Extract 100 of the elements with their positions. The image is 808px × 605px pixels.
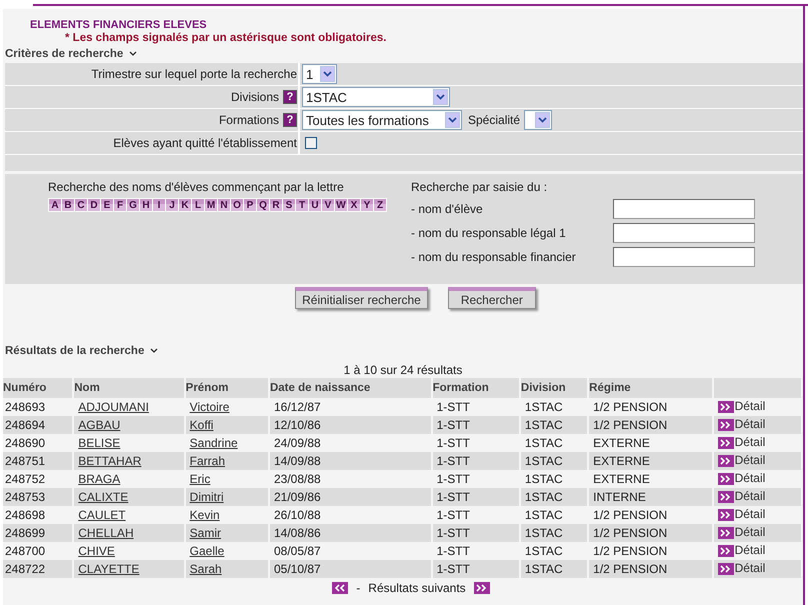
input-field[interactable] [613,223,755,243]
first-name-link[interactable]: Victoire [190,400,230,414]
table-cell: 21/09/86 [270,488,431,506]
letter-link[interactable]: O [231,199,243,211]
search-button[interactable]: Rechercher [448,287,536,309]
letter-link[interactable]: B [62,199,74,211]
column-header: Nom [74,378,184,398]
table-cell-text: 1/2 PENSION [592,507,668,524]
reset-button[interactable]: Réinitialiser recherche [295,287,428,309]
table-cell-text: 1STAC [524,435,564,452]
help-icon[interactable]: ? [283,90,297,104]
letter-link[interactable]: T [296,199,308,211]
result-count: 1 à 10 sur 24 résultats [342,363,464,377]
letter-link[interactable]: K [179,199,191,211]
name-link[interactable]: ADJOUMANI [78,400,149,414]
table-cell-text: 23/08/88 [272,471,322,488]
table-cell-text: 1-STT [436,435,471,452]
letter-search-label: Recherche des noms d'élèves commençant par la lettre [48,180,345,194]
next-results-label: Résultats suivants [368,581,466,595]
detail-link[interactable]: Détail [718,434,766,448]
field-label: - nom d'élève [411,201,484,218]
letter-link[interactable]: I [153,199,165,211]
name-link[interactable]: CHIVE [78,544,115,558]
letter-link[interactable]: C [75,199,87,211]
letter-link[interactable]: P [244,199,256,211]
table-cell-text: EXTERNE [592,471,651,488]
detail-link[interactable]: Détail [718,506,766,520]
letter-link[interactable]: V [322,199,334,211]
first-name-link[interactable]: Eric [190,472,210,486]
letter-link[interactable]: Z [374,199,386,211]
table-cell-text: 1/2 PENSION [592,543,668,560]
table-cell-text: 1STAC [524,507,564,524]
table-cell: 1/2 PENSION [589,524,712,542]
name-link[interactable]: BELISE [78,436,120,450]
double-chevron-icon [718,436,734,448]
previous-page-button[interactable] [332,582,348,594]
letter-link[interactable]: L [192,199,204,211]
select-field[interactable]: 1STAC [302,87,450,107]
column-header: Date de naissance [270,378,431,398]
letter-link[interactable]: W [335,199,347,211]
caret-icon [129,51,138,57]
table-cell-text: 16/12/87 [272,399,322,416]
field-label: Spécialité [468,113,520,127]
input-field[interactable] [613,199,755,219]
table-cell: 1STAC [520,452,588,470]
table-cell-text: 1STAC [524,471,564,488]
checkbox[interactable] [305,137,317,149]
letter-link[interactable]: N [218,199,230,211]
next-page-button[interactable] [474,582,490,594]
help-icon[interactable]: ? [283,113,297,127]
letter-link[interactable]: U [309,199,321,211]
double-chevron-icon [718,418,734,430]
detail-link[interactable]: Détail [718,542,766,556]
double-chevron-icon [718,544,734,556]
letter-link[interactable]: E [101,199,113,211]
field-label: Formations [218,113,279,127]
letter-link[interactable]: H [140,199,152,211]
pager-separator: - [356,581,360,595]
select-field[interactable]: Toutes les formations [302,110,462,130]
letter-link[interactable]: R [270,199,282,211]
first-name-link[interactable]: Sandrine [190,436,238,450]
letter-link[interactable]: Q [257,199,269,211]
letter-link[interactable]: S [283,199,295,211]
letter-link[interactable]: G [127,199,139,211]
column-header: Régime [589,378,712,398]
select-field[interactable] [524,110,552,130]
detail-link[interactable]: Détail [718,398,766,412]
field-label: - nom du responsable financier [411,249,577,266]
table-cell-text: 1STAC [524,543,564,560]
table-cell: 1/2 PENSION [589,416,712,434]
detail-link[interactable]: Détail [718,470,766,484]
column-header: Numéro [3,378,72,398]
required-notice: * Les champs signalés par un astérisque sont obligatoires. [65,32,388,44]
letter-link[interactable]: F [114,199,126,211]
first-name-link[interactable]: Gaelle [190,544,224,558]
letter-link[interactable]: X [348,199,360,211]
table-cell-text: 1STAC [524,399,564,416]
table-cell-text: 1/2 PENSION [592,399,668,416]
name-link[interactable]: CAULET [78,508,126,522]
field-label: Elèves ayant quitté l'établissement [113,136,297,150]
table-cell-text: 08/05/87 [272,543,322,560]
table-cell-text: 1-STT [436,507,471,524]
input-field[interactable] [613,247,755,267]
table-cell-text: 248698 [4,507,46,524]
letter-link[interactable]: J [166,199,178,211]
double-chevron-icon [718,490,734,502]
letter-link[interactable]: D [88,199,100,211]
letter-link[interactable]: Y [361,199,373,211]
column-header: Formation [432,378,519,398]
first-name-link[interactable]: Kevin [190,508,220,522]
letter-link[interactable]: M [205,199,217,211]
name-link[interactable]: BRAGA [78,472,120,486]
letter-link[interactable]: A [49,199,61,211]
select-field[interactable]: 1 [302,64,337,84]
table-cell-text: 248700 [4,543,46,560]
double-chevron-icon [718,526,734,538]
table-cell: 1STAC [520,524,588,542]
double-chevron-icon [718,472,734,484]
table-cell: 1/2 PENSION [589,560,712,578]
table-cell: 248722 [3,560,72,578]
